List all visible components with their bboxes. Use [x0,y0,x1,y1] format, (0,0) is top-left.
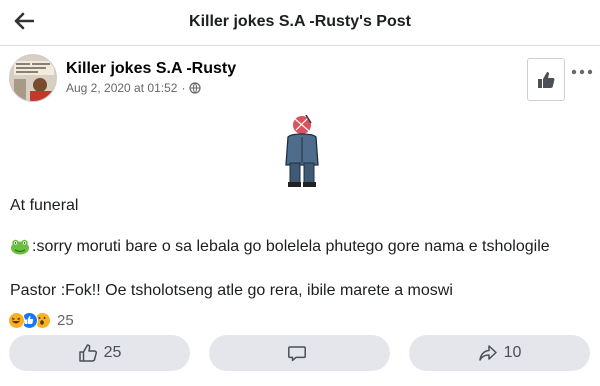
more-options-button[interactable] [569,62,595,82]
post-meta: Aug 2, 2020 at 01:52 · [66,81,202,95]
post-text-line-2: :sorry moruti bare o sa lebala go bolele… [10,238,550,256]
page-title: Killer jokes S.A -Rusty's Post [189,13,411,30]
like-count: 25 [103,344,122,361]
haha-reaction-icon [8,311,25,329]
post-text-line-2-content: :sorry moruti bare o sa lebala go bolele… [32,238,550,255]
more-horizontal-icon [571,69,593,75]
top-bar: Killer jokes S.A -Rusty's Post [0,0,600,46]
share-arrow-icon [478,345,497,361]
avatar-image [10,55,56,101]
reaction-count: 25 [57,311,74,329]
reactions-summary[interactable]: 25 [8,310,74,330]
comment-icon [287,346,306,362]
author-name[interactable]: Killer jokes S.A -Rusty [66,60,236,78]
sad-man-sticker-icon [280,114,324,189]
post-header: Killer jokes S.A -Rusty Aug 2, 2020 at 0… [0,50,600,110]
post-text-line-1: At funeral [10,197,79,214]
post-text-line-3: Pastor :Fok!! Oe tsholotseng atle go rer… [10,282,453,299]
thumbs-up-icon [538,71,555,88]
globe-icon [189,82,202,94]
frog-emoji-icon [11,239,29,255]
thumbs-up-outline-icon [78,344,97,362]
meta-separator: · [181,81,186,95]
like-button[interactable]: 25 [9,335,190,371]
comment-button[interactable] [209,335,390,371]
avatar[interactable] [9,54,57,102]
share-count: 10 [503,344,522,361]
post-timestamp[interactable]: Aug 2, 2020 at 01:52 [66,81,177,95]
like-page-button[interactable] [527,58,565,101]
share-button[interactable]: 10 [409,335,590,371]
